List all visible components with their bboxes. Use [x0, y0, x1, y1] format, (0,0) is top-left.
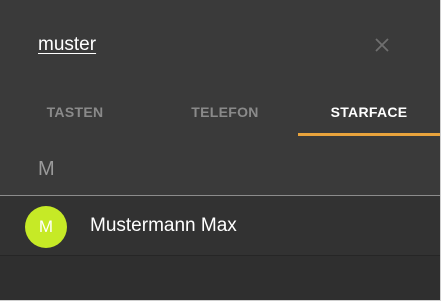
clear-search-button[interactable] — [364, 27, 400, 63]
tab-telefon[interactable]: TELEFON — [150, 88, 300, 136]
avatar: M — [25, 206, 67, 248]
tab-tasten[interactable]: TASTEN — [0, 88, 150, 136]
section-letter: M — [38, 158, 55, 180]
contact-search-panel: muster TASTEN TELEFON STARFACE M M Muste… — [0, 0, 441, 301]
close-icon — [375, 38, 389, 52]
search-input[interactable]: muster — [38, 34, 96, 56]
search-header: muster TASTEN TELEFON STARFACE — [0, 0, 440, 136]
row-divider — [0, 255, 440, 256]
contact-name: Mustermann Max — [90, 215, 237, 236]
source-tabs: TASTEN TELEFON STARFACE — [0, 88, 440, 136]
section-header: M — [0, 136, 440, 196]
tab-starface[interactable]: STARFACE — [298, 88, 440, 136]
contact-row-mustermann-max[interactable]: M Mustermann Max — [0, 196, 440, 255]
